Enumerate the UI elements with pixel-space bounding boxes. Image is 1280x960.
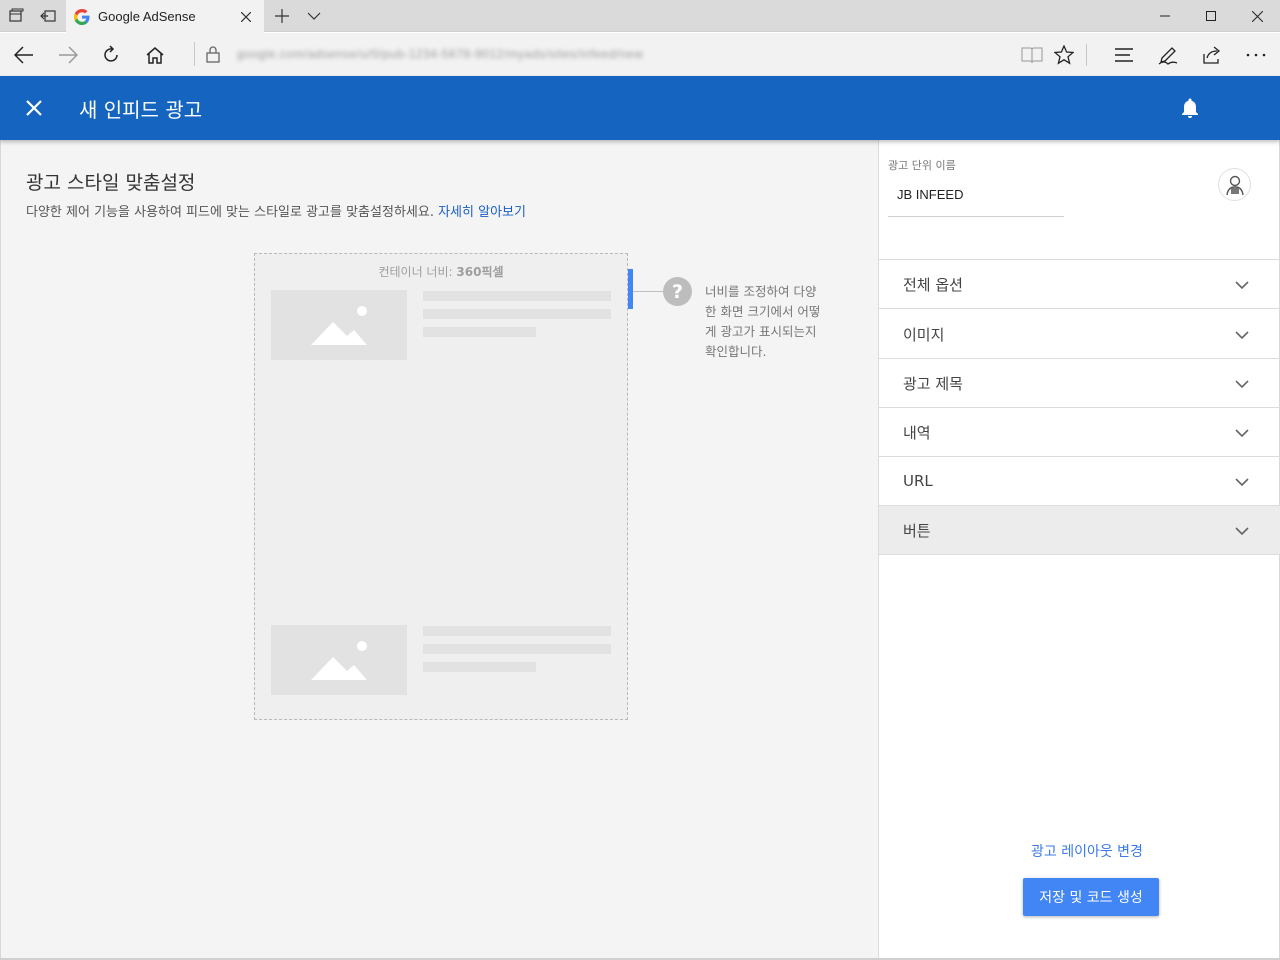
image-placeholder-2 [271, 625, 407, 695]
learn-more-link[interactable]: 자세히 알아보기 [438, 205, 526, 220]
address-url: google.com/adsense/u/0/pub-1234-5678-901… [237, 47, 644, 61]
container-width-readout: 컨테이너 너비: 360픽셀 [255, 263, 627, 280]
page-title: 새 인피드 광고 [79, 98, 203, 122]
close-icon[interactable] [18, 92, 50, 124]
toolbar-separator [1086, 44, 1087, 66]
hint-connector-line [633, 291, 663, 292]
set-tabs-aside-icon[interactable] [32, 0, 64, 32]
section-title: 광고 스타일 맞춤설정 [26, 172, 196, 194]
container-width-value: 360픽셀 [456, 265, 504, 279]
text-placeholder [423, 644, 611, 654]
chevron-down-icon [1235, 281, 1249, 290]
help-icon[interactable]: ? [663, 277, 692, 306]
forward-arrow-icon[interactable] [46, 33, 90, 76]
width-resize-handle[interactable] [628, 269, 633, 309]
subtitle-text: 다양한 제어 기능을 사용하여 피드에 맞는 스타일로 광고를 맞춤설정하세요. [26, 205, 434, 220]
lock-icon [206, 46, 220, 63]
notifications-bell-icon[interactable] [1178, 96, 1202, 120]
chevron-down-icon [1235, 527, 1249, 536]
web-note-pen-icon[interactable] [1146, 33, 1190, 76]
accordion-ad-title[interactable]: 광고 제목 [879, 359, 1280, 408]
browser-nav-bar: google.com/adsense/u/0/pub-1234-5678-901… [0, 33, 1280, 76]
ad-unit-name-input[interactable]: JB INFEED [897, 187, 963, 202]
chevron-down-icon [1235, 478, 1249, 487]
maximize-icon[interactable] [1188, 0, 1234, 32]
image-placeholder-icon [311, 306, 367, 345]
new-tab-icon[interactable] [268, 0, 296, 32]
save-and-generate-code-button[interactable]: 저장 및 코드 생성 [1023, 878, 1159, 916]
text-placeholder [423, 662, 536, 672]
section-subtitle: 다양한 제어 기능을 사용하여 피드에 맞는 스타일로 광고를 맞춤설정하세요.… [26, 201, 526, 220]
input-underline [888, 216, 1064, 217]
hub-icon[interactable] [1102, 33, 1146, 76]
text-placeholder [423, 626, 611, 636]
tab-manager-icon[interactable] [0, 0, 32, 32]
tab-title: Google AdSense [98, 9, 196, 24]
active-tab[interactable]: Google AdSense [66, 0, 264, 33]
accordion-label: 내역 [903, 423, 931, 442]
google-logo-icon [74, 8, 90, 25]
image-placeholder-icon [311, 641, 367, 680]
resize-hint-text: 너비를 조정하여 다양한 화면 크기에서 어떻게 광고가 표시되는지 확인합니다… [705, 284, 821, 359]
image-placeholder-1 [271, 290, 407, 360]
accordion-label: 광고 제목 [903, 374, 963, 393]
app-header: 새 인피드 광고 [0, 76, 1280, 201]
home-icon[interactable] [133, 33, 177, 76]
share-icon[interactable] [1190, 33, 1234, 76]
window-close-icon[interactable] [1234, 0, 1280, 32]
settings-panel: 광고 단위 이름 JB INFEED 전체 옵션 이미지 광고 제목 내역 UR… [878, 140, 1280, 960]
accordion-button[interactable]: 버튼 [879, 506, 1280, 555]
chevron-down-icon [1235, 429, 1249, 438]
tab-close-icon[interactable] [234, 5, 258, 29]
more-options-icon[interactable] [1234, 33, 1278, 76]
favorite-star-icon[interactable] [1042, 33, 1086, 76]
user-avatar-icon [1225, 175, 1244, 195]
refresh-icon[interactable] [89, 33, 133, 76]
minimize-icon[interactable] [1142, 0, 1188, 32]
avatar[interactable] [1218, 168, 1251, 201]
ad-unit-name-label: 광고 단위 이름 [888, 159, 956, 172]
ad-preview-container: 컨테이너 너비: 360픽셀 [254, 253, 628, 720]
text-placeholder [423, 327, 536, 337]
accordion-image[interactable]: 이미지 [879, 310, 1280, 359]
address-separator [194, 42, 195, 66]
chevron-down-icon [1235, 380, 1249, 389]
accordion-label: 버튼 [903, 521, 931, 540]
tab-preview-chevron-icon[interactable] [300, 0, 328, 32]
accordion-label: URL [903, 472, 933, 490]
chevron-down-icon [1235, 331, 1249, 340]
accordion-description[interactable]: 내역 [879, 408, 1280, 457]
browser-tab-strip: Google AdSense [0, 0, 1280, 33]
text-placeholder [423, 291, 611, 301]
change-layout-link[interactable]: 광고 레이아웃 변경 [1031, 841, 1143, 861]
accordion-url[interactable]: URL [879, 457, 1280, 506]
accordion-label: 전체 옵션 [903, 275, 963, 294]
back-arrow-icon[interactable] [2, 33, 46, 76]
container-width-label: 컨테이너 너비: [378, 265, 453, 279]
accordion-label: 이미지 [903, 325, 945, 344]
address-bar[interactable]: google.com/adsense/u/0/pub-1234-5678-901… [194, 39, 1074, 69]
style-customization-pane: 광고 스타일 맞춤설정 다양한 제어 기능을 사용하여 피드에 맞는 스타일로 … [0, 140, 878, 960]
text-placeholder [423, 309, 611, 319]
accordion-general-options[interactable]: 전체 옵션 [879, 260, 1280, 309]
